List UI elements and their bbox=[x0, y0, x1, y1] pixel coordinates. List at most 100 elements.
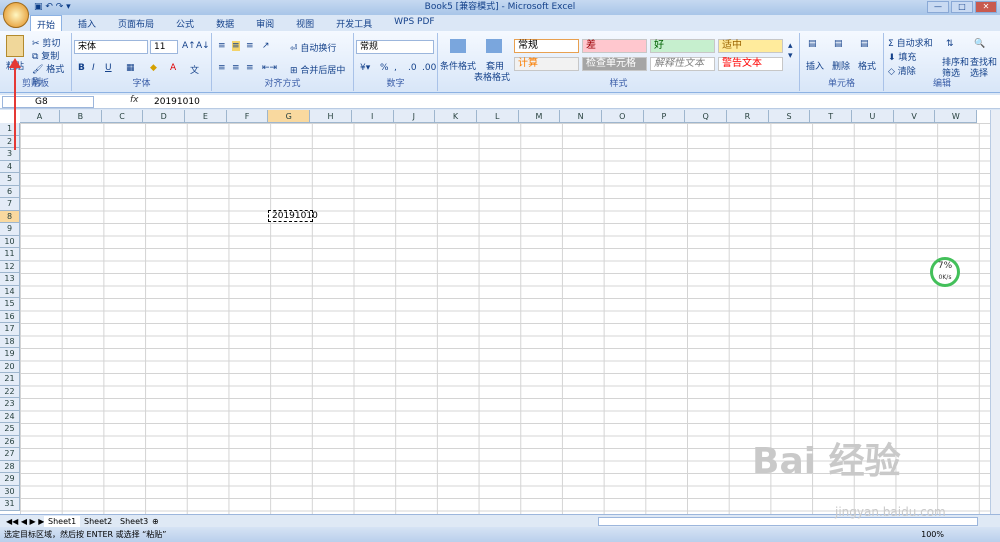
row-header[interactable]: 8 bbox=[0, 210, 20, 223]
column-header[interactable]: Q bbox=[685, 110, 727, 123]
align-bottom-icon[interactable]: ≡ bbox=[246, 41, 254, 51]
column-header[interactable]: S bbox=[768, 110, 811, 123]
column-header[interactable]: D bbox=[143, 110, 186, 123]
row-header[interactable]: 22 bbox=[0, 385, 20, 398]
align-top-icon[interactable]: ≡ bbox=[218, 41, 226, 51]
underline-button[interactable]: U bbox=[105, 63, 112, 73]
style-good[interactable]: 好 bbox=[650, 39, 715, 53]
comma-icon[interactable]: , bbox=[394, 63, 397, 73]
find-select-icon[interactable]: 🔍 bbox=[974, 39, 985, 49]
style-bad[interactable]: 差 bbox=[582, 39, 647, 53]
tab-developer[interactable]: 开发工具 bbox=[330, 15, 378, 31]
row-header[interactable]: 27 bbox=[0, 448, 20, 461]
column-header[interactable]: B bbox=[60, 110, 102, 123]
paste-icon[interactable] bbox=[6, 35, 24, 57]
number-format-select[interactable]: 常规 bbox=[356, 40, 434, 54]
format-cells-icon[interactable]: ▤ bbox=[860, 39, 869, 49]
row-header[interactable]: 20 bbox=[0, 360, 20, 373]
fill-color-icon[interactable]: ◆ bbox=[150, 63, 157, 73]
tab-review[interactable]: 审阅 bbox=[250, 15, 280, 31]
row-header[interactable]: 7 bbox=[0, 198, 20, 211]
font-color-icon[interactable]: A bbox=[170, 63, 176, 73]
row-header[interactable]: 9 bbox=[0, 223, 20, 236]
style-explanatory[interactable]: 解释性文本 bbox=[650, 57, 715, 71]
row-header[interactable]: 26 bbox=[0, 435, 20, 448]
column-header[interactable]: I bbox=[351, 110, 394, 123]
fill-button[interactable]: ⬇ 填充 bbox=[888, 50, 916, 63]
percent-icon[interactable]: % bbox=[380, 63, 389, 73]
bold-button[interactable]: B bbox=[78, 63, 85, 73]
merge-center-button[interactable]: ⊞ 合并后居中 bbox=[290, 63, 345, 76]
selected-cell-g8[interactable]: 20191010 bbox=[268, 210, 318, 222]
currency-icon[interactable]: ¥▾ bbox=[360, 63, 370, 73]
sheet-tab-3[interactable]: Sheet3 bbox=[116, 516, 152, 527]
delete-cells-button[interactable]: 删除 bbox=[832, 59, 850, 72]
column-header[interactable]: N bbox=[560, 110, 602, 123]
tab-page-layout[interactable]: 页面布局 bbox=[112, 15, 160, 31]
tab-insert[interactable]: 插入 bbox=[72, 15, 102, 31]
row-header[interactable]: 29 bbox=[0, 473, 20, 486]
row-header[interactable]: 1 bbox=[0, 123, 20, 136]
autosum-button[interactable]: Σ 自动求和 bbox=[888, 36, 933, 49]
conditional-format-icon[interactable] bbox=[450, 39, 466, 53]
column-header[interactable]: M bbox=[518, 110, 561, 123]
row-header[interactable]: 15 bbox=[0, 298, 20, 311]
align-center-icon[interactable]: ≡ bbox=[232, 63, 240, 73]
delete-cells-icon[interactable]: ▤ bbox=[834, 39, 843, 49]
row-header[interactable]: 10 bbox=[0, 235, 20, 248]
increase-decimal-icon[interactable]: .0 bbox=[408, 63, 417, 73]
row-header[interactable]: 6 bbox=[0, 185, 20, 198]
style-warning[interactable]: 警告文本 bbox=[718, 57, 783, 71]
office-button[interactable] bbox=[3, 2, 29, 28]
column-header[interactable]: R bbox=[727, 110, 769, 123]
column-header[interactable]: H bbox=[310, 110, 352, 123]
style-normal[interactable]: 常规 bbox=[514, 39, 579, 53]
font-size-select[interactable]: 11 bbox=[150, 40, 178, 54]
column-header[interactable]: J bbox=[393, 110, 436, 123]
cut-button[interactable]: ✂ 剪切 bbox=[32, 36, 60, 49]
row-header[interactable]: 5 bbox=[0, 173, 20, 186]
close-button[interactable]: ✕ bbox=[975, 1, 997, 13]
row-header[interactable]: 3 bbox=[0, 148, 20, 161]
column-header[interactable]: C bbox=[101, 110, 144, 123]
column-header[interactable]: L bbox=[476, 110, 519, 123]
row-header[interactable]: 4 bbox=[0, 160, 20, 173]
sort-filter-icon[interactable]: ⇅ bbox=[946, 39, 954, 49]
column-header[interactable]: V bbox=[893, 110, 936, 123]
column-header[interactable]: W bbox=[935, 110, 978, 123]
shrink-font-icon[interactable]: A↓ bbox=[196, 41, 210, 51]
style-check-cell[interactable]: 检查单元格 bbox=[582, 57, 647, 71]
orientation-icon[interactable]: ↗ bbox=[262, 41, 270, 51]
row-header[interactable]: 30 bbox=[0, 485, 20, 498]
italic-button[interactable]: I bbox=[92, 63, 95, 73]
maximize-button[interactable]: □ bbox=[951, 1, 973, 13]
insert-cells-icon[interactable]: ▤ bbox=[808, 39, 817, 49]
row-header[interactable]: 17 bbox=[0, 323, 20, 336]
row-header[interactable]: 18 bbox=[0, 335, 20, 348]
insert-cells-button[interactable]: 插入 bbox=[806, 59, 824, 72]
column-header[interactable]: K bbox=[435, 110, 477, 123]
row-header[interactable]: 13 bbox=[0, 273, 20, 286]
column-header[interactable]: E bbox=[185, 110, 227, 123]
conditional-format-button[interactable]: 条件格式 bbox=[440, 59, 476, 72]
row-header[interactable]: 25 bbox=[0, 423, 20, 436]
column-header[interactable]: U bbox=[852, 110, 894, 123]
sheet-tab-1[interactable]: Sheet1 bbox=[44, 516, 81, 527]
format-cells-button[interactable]: 格式 bbox=[858, 59, 876, 72]
border-icon[interactable]: ▦ bbox=[126, 63, 135, 73]
column-header[interactable]: P bbox=[643, 110, 686, 123]
tab-wps-pdf[interactable]: WPS PDF bbox=[388, 15, 440, 31]
column-header[interactable]: G bbox=[268, 110, 311, 123]
row-header[interactable]: 28 bbox=[0, 460, 20, 473]
minimize-button[interactable]: — bbox=[927, 1, 949, 13]
decrease-decimal-icon[interactable]: .00 bbox=[422, 63, 436, 73]
style-neutral[interactable]: 适中 bbox=[718, 39, 783, 53]
formula-input[interactable]: 20191010 bbox=[154, 97, 200, 107]
zoom-level[interactable]: 100% bbox=[921, 527, 944, 542]
row-header[interactable]: 21 bbox=[0, 373, 20, 386]
column-header[interactable]: O bbox=[601, 110, 644, 123]
row-header[interactable]: 14 bbox=[0, 285, 20, 298]
indent-icon[interactable]: ⇤⇥ bbox=[262, 63, 277, 73]
sheet-tab-2[interactable]: Sheet2 bbox=[80, 516, 116, 527]
row-header[interactable]: 11 bbox=[0, 248, 20, 261]
